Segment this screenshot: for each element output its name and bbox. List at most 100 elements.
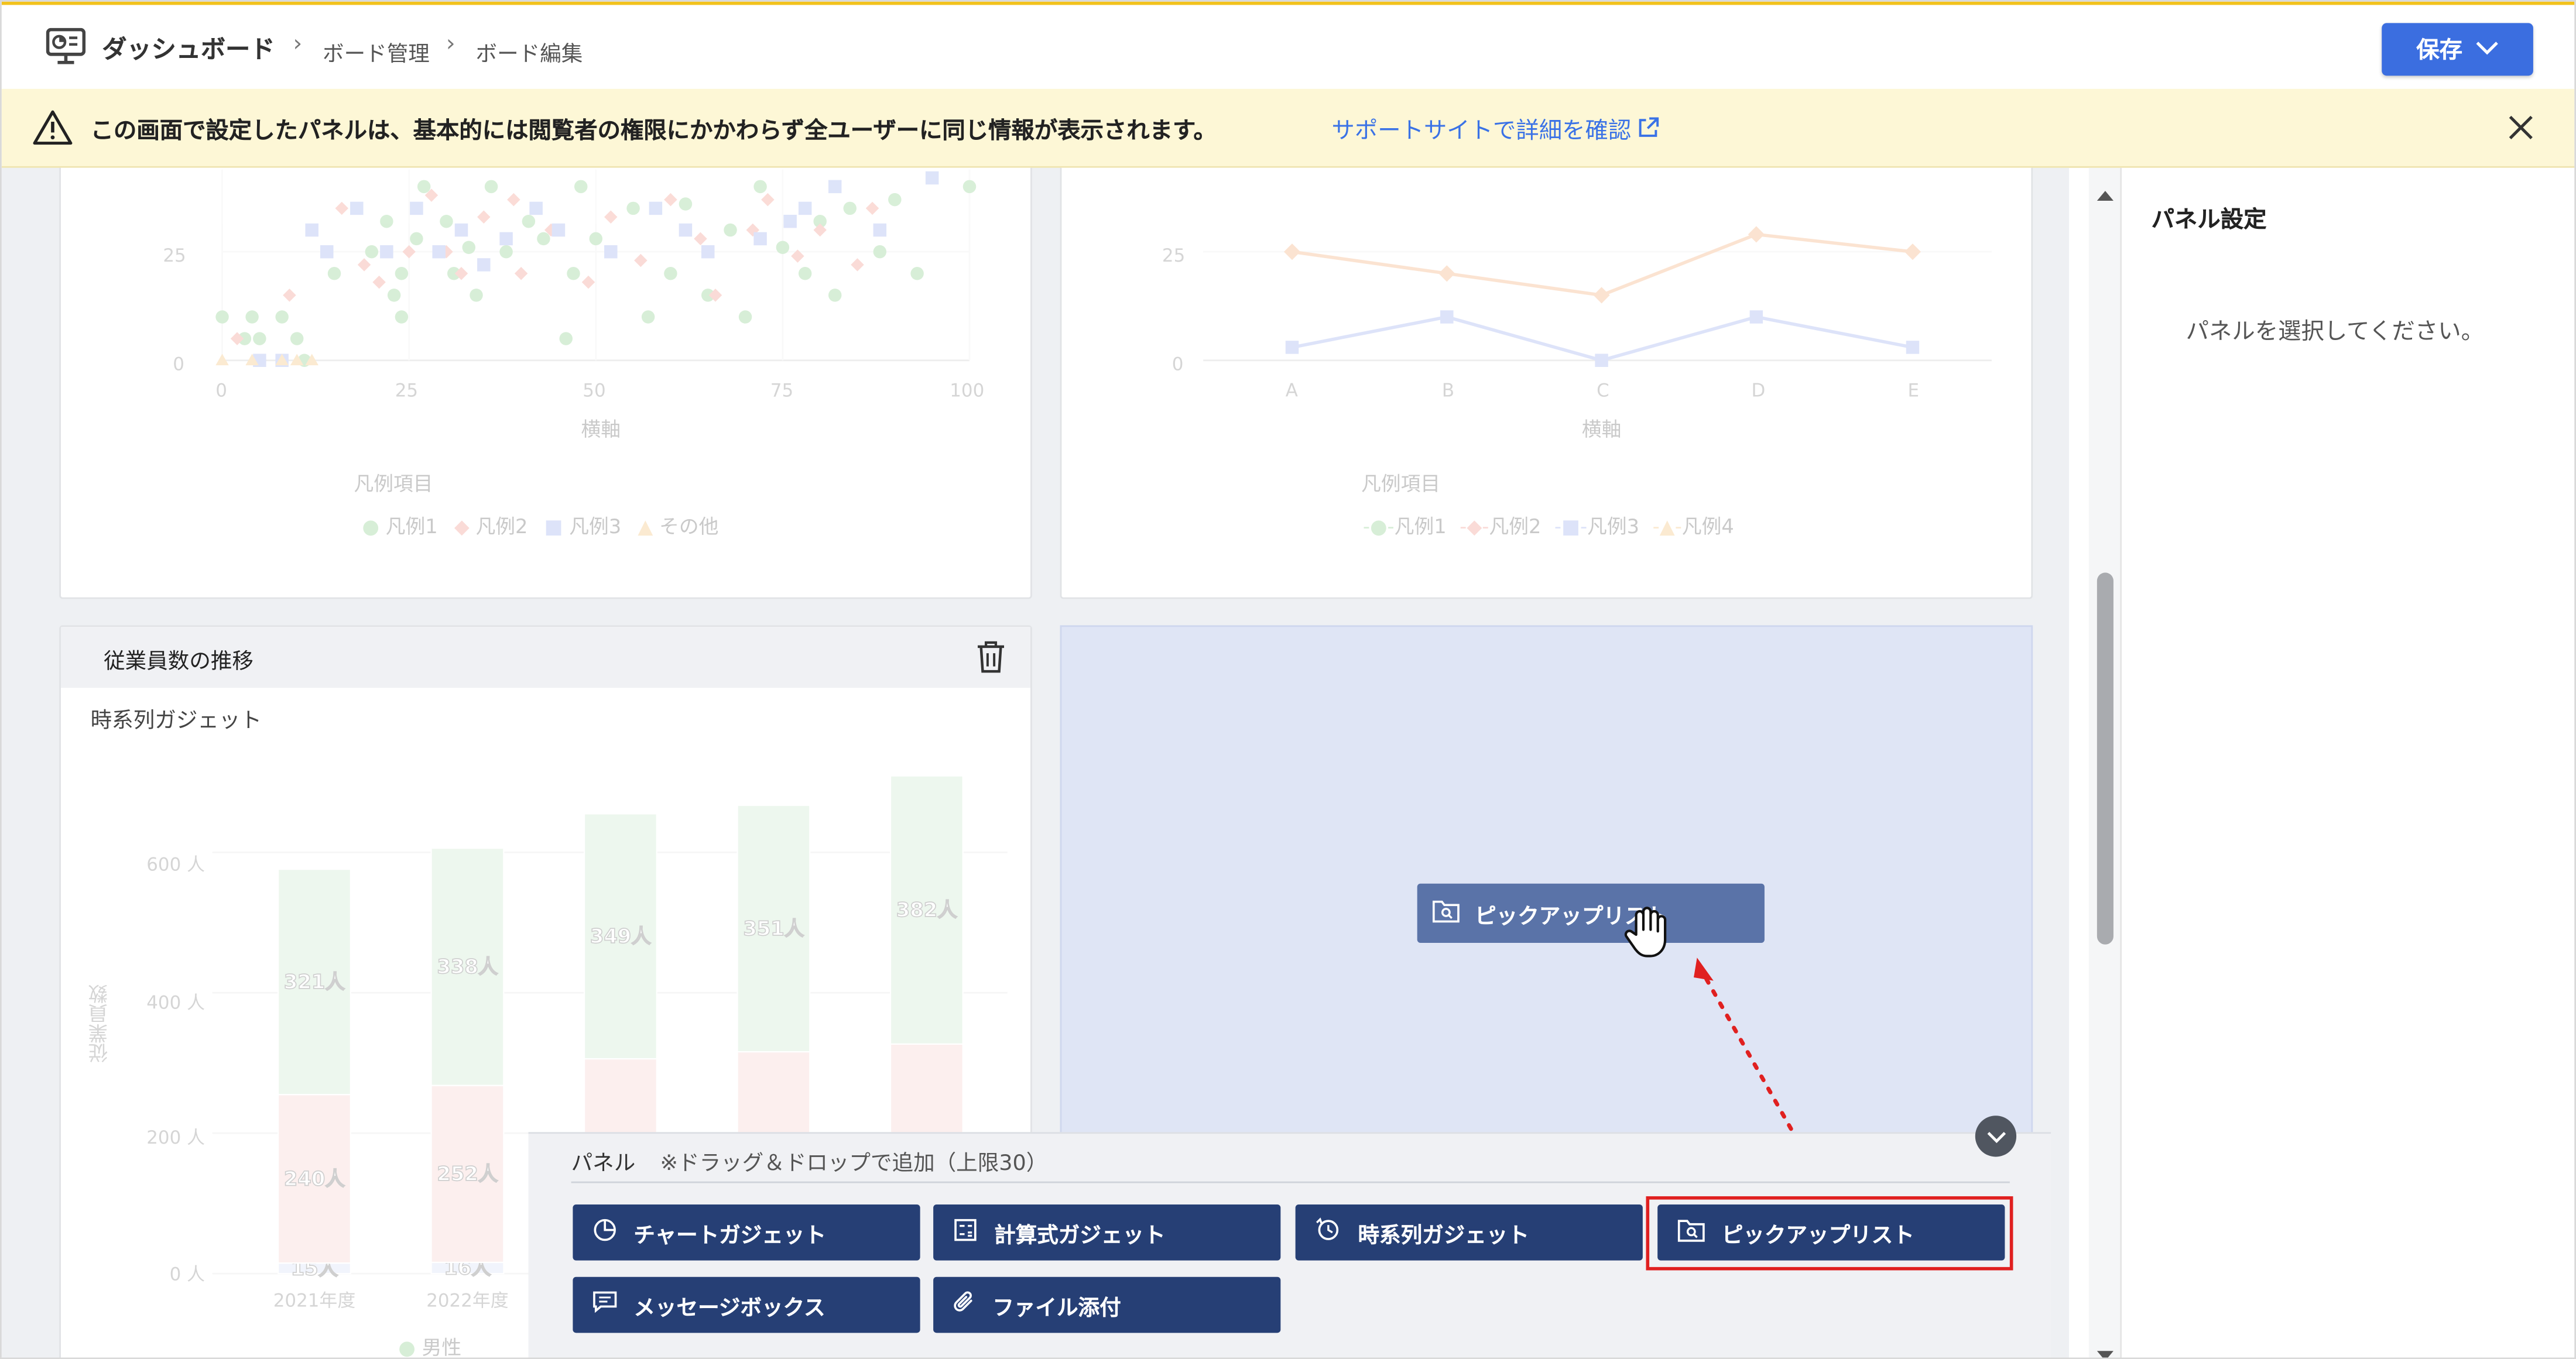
scatter-point xyxy=(641,310,655,324)
time-series-gadget-button[interactable]: 時系列ガジェット xyxy=(1295,1204,1643,1261)
file-attach-button[interactable]: ファイル添付 xyxy=(933,1276,1281,1333)
scatter-point xyxy=(761,193,775,207)
line-point xyxy=(1904,243,1921,260)
notice-banner: この画面で設定したパネルは、基本的には閲覧者の権限にかかわらず全ユーザーに同じ情… xyxy=(1,88,2575,168)
scatter-point xyxy=(537,232,550,246)
line-point xyxy=(1749,310,1763,324)
formula-gadget-button[interactable]: 計算式ガジェット xyxy=(933,1204,1281,1261)
scatter-point xyxy=(477,210,491,224)
sidebar-title: パネル設定 xyxy=(2151,207,2267,234)
scatter-point xyxy=(783,214,797,228)
line-chart-faded: 25 0 A B C D E 横軸 凡例項目 -●-凡例1 -◆-凡例2 -■-… xyxy=(1061,168,2034,600)
bar-data-label: 321人 xyxy=(284,970,345,993)
scatter-point xyxy=(798,201,812,215)
breadcrumb-board-edit: ボード編集 xyxy=(475,43,583,68)
bar-data-label: 240人 xyxy=(284,1167,345,1190)
scatter-point xyxy=(798,267,812,280)
line-point xyxy=(1285,341,1299,354)
scatter-point xyxy=(634,253,648,267)
chart-gadget-button[interactable]: チャートガジェット xyxy=(573,1204,920,1261)
bar-data-label: 349人 xyxy=(590,925,651,948)
line-x-label: 横軸 xyxy=(1581,418,1622,441)
scatter-point xyxy=(290,332,304,345)
scatter-point xyxy=(649,201,663,215)
chevron-right-icon: › xyxy=(293,31,303,58)
support-link[interactable]: サポートサイトで詳細を確認 xyxy=(1332,114,1660,146)
scatter-x-tick: 75 xyxy=(770,380,794,402)
save-button[interactable]: 保存 xyxy=(2382,23,2533,76)
scatter-point xyxy=(694,232,707,246)
panel-title: 従業員数の推移 xyxy=(104,650,254,675)
scatter-point xyxy=(581,275,595,289)
scatter-point xyxy=(828,289,842,302)
line-point xyxy=(1440,310,1454,324)
scatter-point xyxy=(253,332,266,345)
divider xyxy=(571,1181,2010,1183)
breadcrumb-board-management[interactable]: ボード管理 xyxy=(323,36,430,67)
scatter-point xyxy=(514,267,528,280)
bar-y-tick: 0 人 xyxy=(169,1264,205,1285)
scatter-point xyxy=(664,193,677,207)
scatter-legend-title: 凡例項目 xyxy=(354,472,433,496)
scatter-point xyxy=(410,232,423,246)
scrollbar-thumb[interactable] xyxy=(2097,572,2113,945)
scatter-point xyxy=(440,214,453,228)
bar-x-tick: 2022年度 xyxy=(426,1290,508,1311)
scatter-point xyxy=(679,223,693,237)
support-link-label: サポートサイトで詳細を確認 xyxy=(1331,118,1632,145)
scatter-x-tick: 100 xyxy=(950,380,985,402)
line-x-tick: E xyxy=(1907,380,1920,402)
scatter-point xyxy=(275,310,289,324)
scatter-point xyxy=(574,180,588,194)
line-x-tick: C xyxy=(1597,380,1609,402)
panel-palette: パネル ※ドラッグ＆ドロップで追加（上限30） チャートガジェット 計算式ガジェ… xyxy=(528,1116,2051,1358)
line-series xyxy=(1292,232,1913,297)
chevron-right-icon: › xyxy=(446,31,455,58)
button-label: 時系列ガジェット xyxy=(1358,1223,1529,1248)
trash-icon[interactable] xyxy=(976,640,1006,680)
scatter-point xyxy=(865,201,879,215)
line-point xyxy=(1748,226,1765,243)
scatter-legend: ● 凡例1 ◆ 凡例2 ■ 凡例3 ▲ その他 xyxy=(362,512,719,540)
palette-title: パネル xyxy=(571,1152,636,1177)
header-bar: ダッシュボード › ボード管理 › ボード編集 保存 xyxy=(1,1,2575,89)
line-panel[interactable]: 25 0 A B C D E 横軸 凡例項目 -●-凡例1 -◆-凡例2 -■-… xyxy=(1060,167,2034,600)
scatter-point xyxy=(499,245,513,259)
scatter-point xyxy=(484,180,498,194)
scatter-point xyxy=(589,232,603,246)
pie-chart-icon xyxy=(592,1217,617,1248)
message-box-button[interactable]: メッセージボックス xyxy=(573,1276,920,1333)
pickup-list-icon xyxy=(1432,898,1460,929)
hand-cursor-icon xyxy=(1620,905,1676,967)
scatter-point xyxy=(395,267,409,280)
external-link-icon xyxy=(1639,117,1660,145)
scroll-up-arrow-icon[interactable] xyxy=(2095,178,2115,209)
time-series-icon xyxy=(1315,1216,1341,1248)
close-icon[interactable] xyxy=(2507,114,2535,148)
line-legend-title: 凡例項目 xyxy=(1361,472,1441,496)
scatter-point xyxy=(873,245,887,259)
scatter-point xyxy=(567,267,580,280)
bar-y-tick: 400 人 xyxy=(146,992,205,1014)
notice-text: この画面で設定したパネルは、基本的には閲覧者の権限にかかわらず全ユーザーに同じ情… xyxy=(90,118,1217,145)
scatter-point xyxy=(357,258,371,272)
palette-hint: ※ドラッグ＆ドロップで追加（上限30） xyxy=(660,1152,1048,1177)
scroll-down-arrow-icon[interactable] xyxy=(2095,1338,2115,1358)
scatter-chart-faded: 25 0 0 25 50 75 100 横軸 凡例項目 ● 凡例1 ◆ 凡例2 … xyxy=(61,168,1034,600)
panel-settings-sidebar: パネル設定 パネルを選択してください。 xyxy=(2120,167,2575,1358)
scatter-point xyxy=(828,180,842,194)
scatter-point xyxy=(925,171,939,185)
scatter-panel[interactable]: 25 0 0 25 50 75 100 横軸 凡例項目 ● 凡例1 ◆ 凡例2 … xyxy=(59,167,1034,600)
collapse-chevron-icon[interactable] xyxy=(1975,1116,2017,1157)
bar-data-label: 252人 xyxy=(437,1162,498,1185)
save-button-label: 保存 xyxy=(2416,37,2463,64)
scatter-point xyxy=(245,310,259,324)
scatter-x-tick: 25 xyxy=(395,380,419,402)
scatter-point xyxy=(679,197,693,211)
scatter-point xyxy=(410,201,423,215)
legend-item: ■ 凡例3 xyxy=(544,515,622,538)
scatter-point xyxy=(753,180,767,194)
line-x-tick: B xyxy=(1441,380,1455,402)
scatter-point xyxy=(402,245,416,259)
line-y-tick: 0 xyxy=(1171,354,1184,376)
